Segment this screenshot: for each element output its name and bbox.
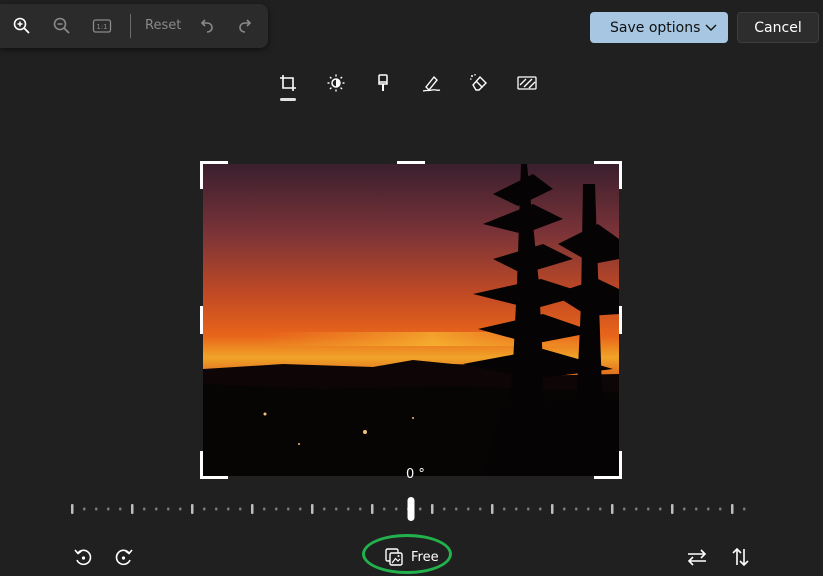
filter-icon[interactable] (372, 72, 394, 94)
rotate-right-icon[interactable] (113, 546, 135, 568)
actual-size-button[interactable]: 1:1 (92, 16, 112, 36)
ruler-tick (731, 504, 734, 514)
actual-size-label: 1:1 (96, 23, 107, 31)
crop-handle-bottom-left[interactable] (200, 476, 228, 479)
ruler-tick (623, 507, 626, 511)
crop-handle-bottom-right[interactable] (594, 476, 622, 479)
ruler-tick (107, 507, 110, 511)
ruler-tick (287, 507, 290, 511)
ruler-tick (95, 507, 98, 511)
zoom-in-icon[interactable] (12, 16, 32, 36)
flip-vertical-icon[interactable] (729, 546, 751, 568)
ruler-tick (647, 507, 650, 511)
eraser-icon[interactable] (468, 72, 490, 94)
ruler-tick (587, 507, 590, 511)
flip-horizontal-icon[interactable] (686, 546, 708, 568)
ruler-tick (491, 504, 494, 514)
markup-icon[interactable] (420, 72, 442, 94)
toolbar-divider (130, 14, 131, 38)
ruler-tick (707, 507, 710, 511)
ruler-tick (179, 507, 182, 511)
ruler-tick (191, 504, 194, 514)
crop-handle-bottom-left-v[interactable] (200, 451, 203, 479)
reset-button[interactable]: Reset (145, 18, 181, 33)
ruler-tick (275, 507, 278, 511)
brightness-icon[interactable] (325, 72, 347, 94)
ruler-tick (743, 507, 746, 511)
ruler-tick (419, 507, 422, 511)
ruler-tick (335, 507, 338, 511)
save-options-button[interactable]: Save options (590, 12, 728, 43)
crop-handle-bottom-right-v[interactable] (619, 451, 622, 479)
ruler-tick (611, 504, 614, 514)
ruler-tick (671, 504, 674, 514)
straighten-thumb[interactable] (407, 497, 415, 521)
crop-handle-top[interactable] (397, 161, 425, 164)
ruler-tick (347, 507, 350, 511)
rotate-left-icon[interactable] (72, 546, 94, 568)
photo-canvas[interactable] (203, 164, 619, 476)
ruler-tick (575, 507, 578, 511)
ruler-tick (215, 507, 218, 511)
highlight-annotation (362, 534, 452, 574)
crop-handle-top-right[interactable] (594, 161, 622, 164)
ruler-tick (251, 504, 254, 514)
ruler-tick (443, 507, 446, 511)
straighten-slider[interactable] (70, 496, 752, 522)
ruler-tick (299, 507, 302, 511)
ruler-tick (599, 507, 602, 511)
ruler-tick (227, 507, 230, 511)
chevron-down-icon (704, 20, 718, 38)
ruler-tick (503, 507, 506, 511)
ruler-tick (719, 507, 722, 511)
cancel-button[interactable]: Cancel (737, 12, 819, 43)
ruler-tick (467, 507, 470, 511)
ruler-tick (551, 504, 554, 514)
angle-label: 0 ° (406, 467, 425, 482)
ruler-tick (659, 507, 662, 511)
zoom-toolbar: 1:1 Reset (0, 4, 268, 48)
background-icon[interactable] (516, 72, 538, 94)
ruler-tick (131, 504, 134, 514)
ruler-tick (239, 507, 242, 511)
ruler-tick (371, 504, 374, 514)
ruler-tick (395, 507, 398, 511)
crop-icon[interactable] (277, 72, 299, 94)
ruler-tick (155, 507, 158, 511)
crop-handle-left[interactable] (200, 306, 203, 334)
undo-icon[interactable] (197, 16, 217, 36)
ruler-tick (71, 504, 74, 514)
crop-handle-top-left[interactable] (200, 161, 228, 164)
ruler-tick (479, 507, 482, 511)
ruler-tick (383, 507, 386, 511)
crop-handle-right[interactable] (619, 306, 622, 334)
ruler-tick (683, 507, 686, 511)
active-tool-indicator (280, 98, 296, 101)
ruler-tick (527, 507, 530, 511)
ruler-tick (431, 504, 434, 514)
ruler-tick (515, 507, 518, 511)
ruler-tick (635, 507, 638, 511)
ruler-tick (119, 507, 122, 511)
redo-icon[interactable] (235, 16, 255, 36)
ruler-tick (263, 507, 266, 511)
ruler-tick (323, 507, 326, 511)
ruler-tick (695, 507, 698, 511)
ruler-tick (167, 507, 170, 511)
zoom-out-icon[interactable] (52, 16, 72, 36)
crop-handle-top-left-v[interactable] (200, 161, 203, 189)
ruler-tick (455, 507, 458, 511)
ruler-tick (83, 507, 86, 511)
ruler-tick (359, 507, 362, 511)
ruler-tick (311, 504, 314, 514)
ruler-tick (539, 507, 542, 511)
ruler-tick (143, 507, 146, 511)
ruler-tick (203, 507, 206, 511)
ruler-tick (563, 507, 566, 511)
save-options-label: Save options (610, 19, 701, 36)
crop-handle-top-right-v[interactable] (619, 161, 622, 189)
